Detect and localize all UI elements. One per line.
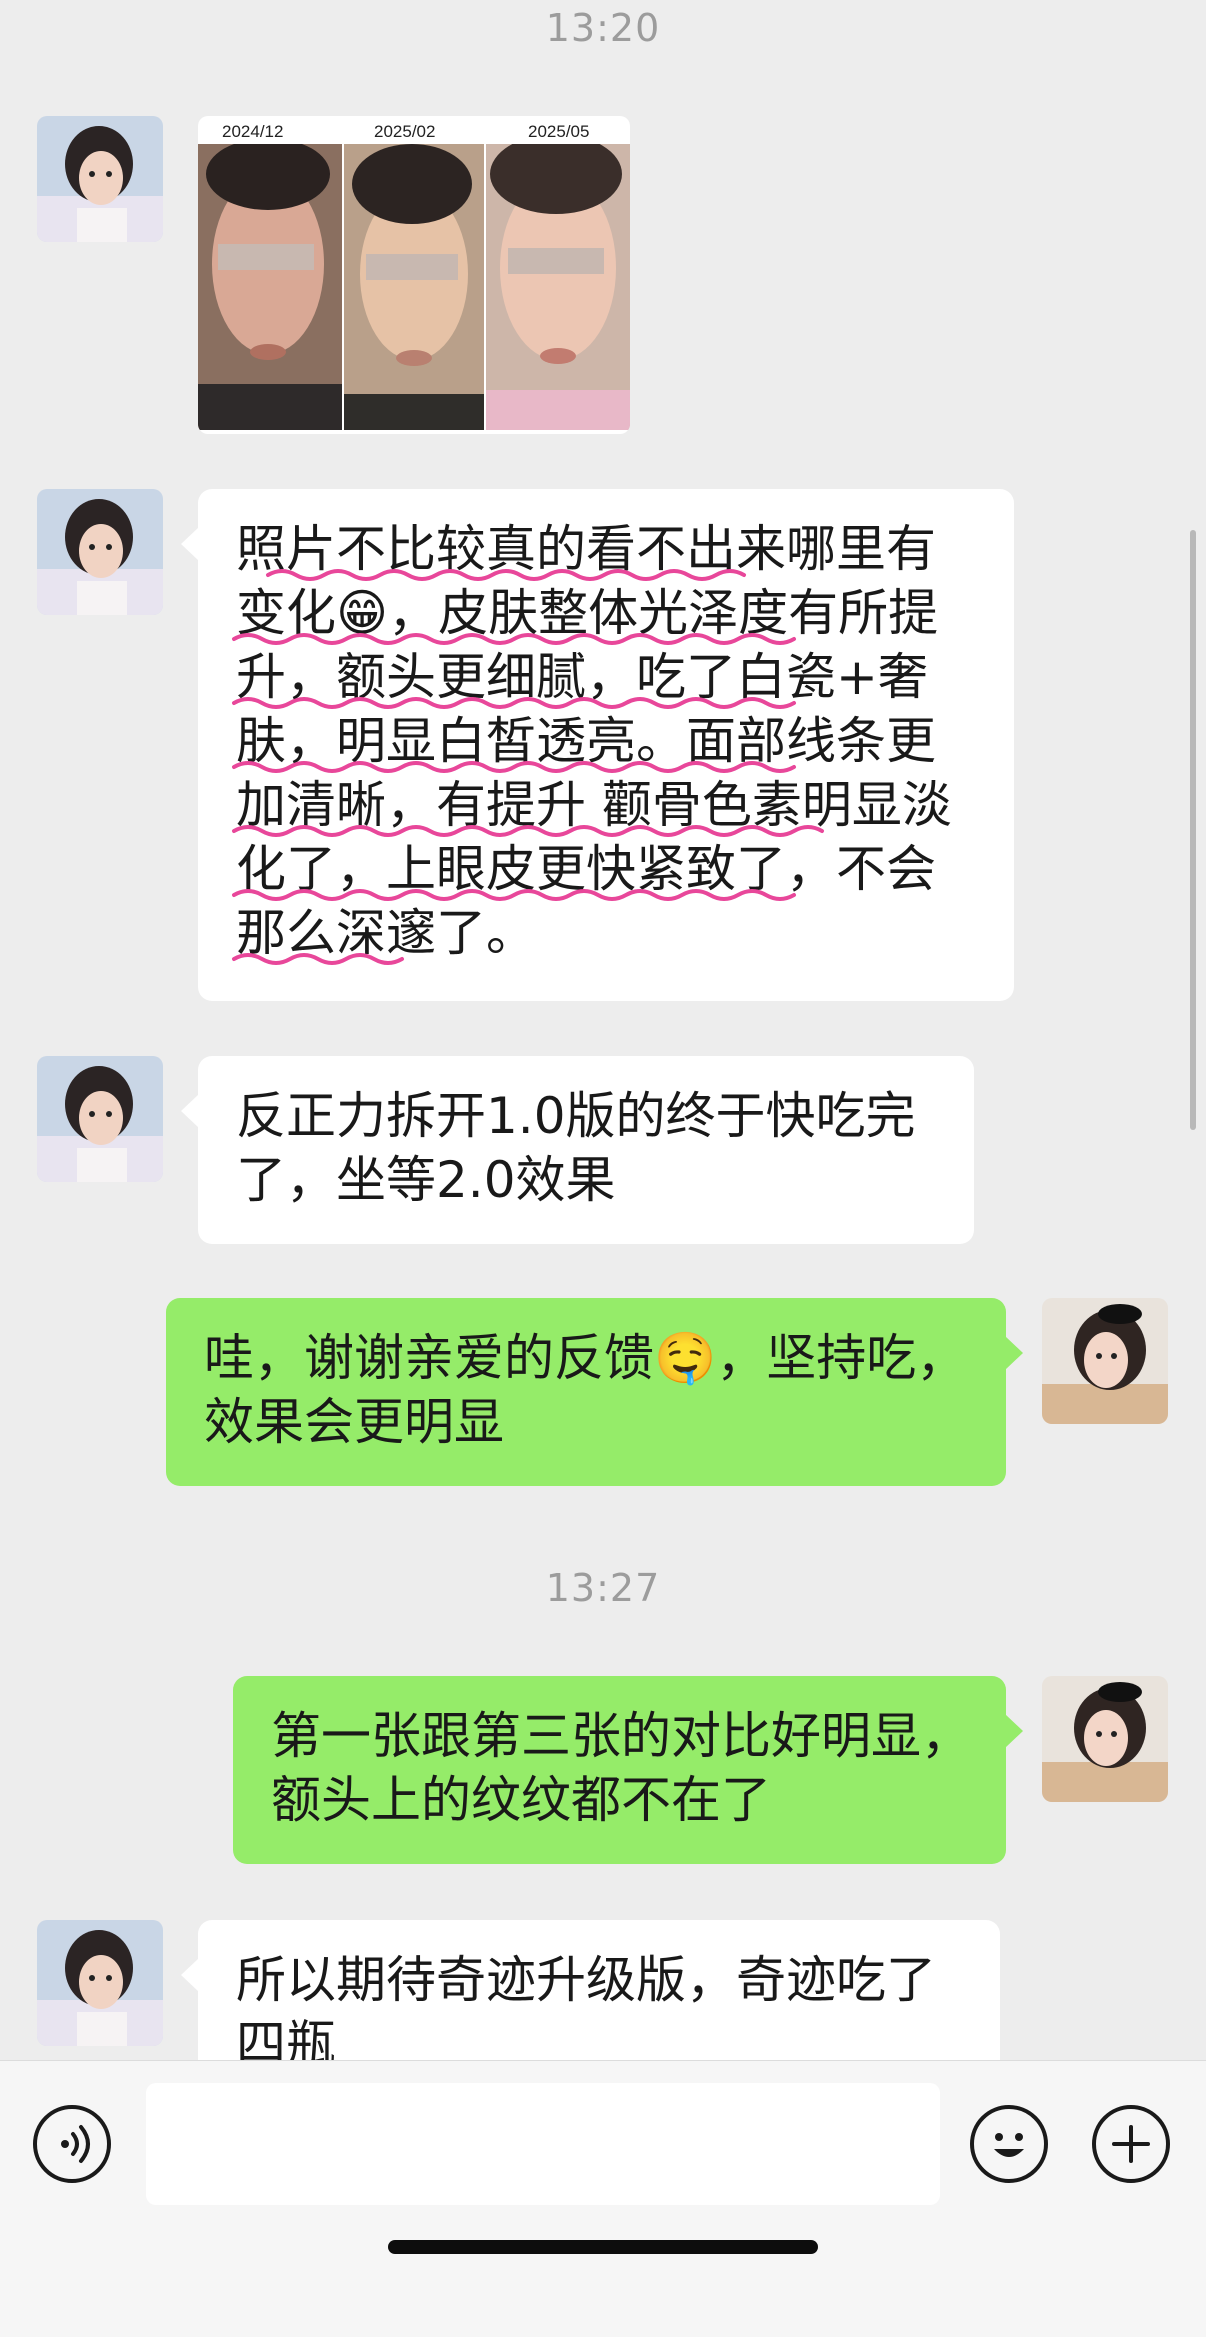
my-avatar[interactable] [1042, 1676, 1168, 1802]
emoji-icon [994, 2133, 1024, 2157]
photo-date-label: 2025/02 [374, 122, 436, 141]
voice-button[interactable] [33, 2105, 111, 2183]
photo-date-label: 2024/12 [222, 122, 284, 141]
scrollbar[interactable] [1190, 530, 1196, 1130]
photo-message[interactable]: 2024/12 2025/02 2025/05 [198, 116, 630, 434]
input-bar [0, 2060, 1206, 2337]
message-text-line: 效果会更明显 [204, 1393, 504, 1451]
handwritten-underline-marks [232, 569, 824, 965]
face-photo-after [486, 144, 630, 430]
home-indicator [388, 2240, 818, 2254]
message-text-line: 反正力拆开1.0版的终于快吃完 [236, 1087, 916, 1145]
contact-avatar[interactable] [37, 1920, 163, 2046]
incoming-message[interactable]: 照片不比较真的看不出来哪里有 变化😁，皮肤整体光泽度有所提 升，额头更细腻，吃了… [181, 489, 1014, 1001]
message-text-line: 额头上的纹纹都不在了 [271, 1771, 771, 1829]
photo-date-label: 2025/05 [528, 122, 590, 141]
message-text-line: 第一张跟第三张的对比好明显， [271, 1707, 971, 1765]
emoji-button[interactable] [970, 2105, 1048, 2183]
face-photo-middle [344, 144, 484, 430]
contact-avatar[interactable] [37, 116, 163, 242]
incoming-message[interactable]: 反正力拆开1.0版的终于快吃完 了，坐等2.0效果 [181, 1056, 974, 1244]
voice-icon [61, 2125, 90, 2163]
message-text-line: 了，坐等2.0效果 [236, 1151, 616, 1209]
timestamp: 13:20 [545, 6, 661, 50]
message-text-line: 四瓶 [236, 2015, 336, 2060]
plus-icon [1112, 2125, 1150, 2163]
message-text-line: 所以期待奇迹升级版，奇迹吃了 [236, 1951, 936, 2009]
timestamp: 13:27 [545, 1566, 661, 1610]
more-button[interactable] [1092, 2105, 1170, 2183]
contact-avatar[interactable] [37, 489, 163, 615]
my-avatar[interactable] [1042, 1298, 1168, 1424]
contact-avatar[interactable] [37, 1056, 163, 1182]
incoming-message[interactable]: 所以期待奇迹升级版，奇迹吃了 四瓶 [181, 1920, 1000, 2060]
outgoing-message[interactable]: 哇，谢谢亲爱的反馈🤤，坚持吃， 效果会更明显 [166, 1298, 1023, 1486]
message-text-line: 哇，谢谢亲爱的反馈🤤，坚持吃， [204, 1329, 967, 1387]
message-input[interactable] [146, 2083, 940, 2205]
face-photo-before [198, 144, 342, 430]
outgoing-message[interactable]: 第一张跟第三张的对比好明显， 额头上的纹纹都不在了 [233, 1676, 1023, 1864]
chat-area[interactable]: 13:20 2024/12 2025/02 2025/05 照片不比较真的看不出… [0, 0, 1206, 2060]
